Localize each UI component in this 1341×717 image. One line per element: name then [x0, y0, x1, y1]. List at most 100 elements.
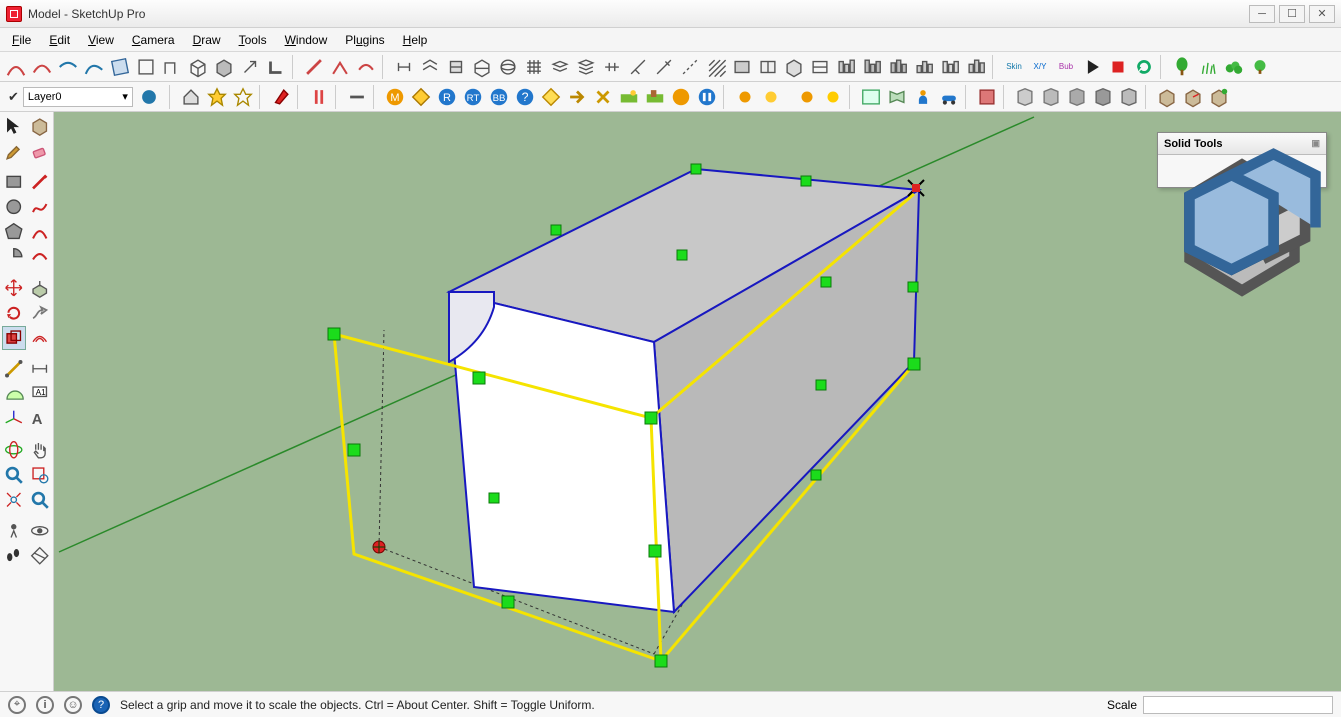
tool-face[interactable]	[108, 55, 132, 79]
tool-edge-3[interactable]	[354, 55, 378, 79]
rotate-tool[interactable]	[2, 301, 26, 325]
tool-wall-4[interactable]	[912, 55, 936, 79]
status-info-icon[interactable]: i	[36, 696, 54, 714]
ball-3[interactable]	[795, 85, 819, 109]
select-tool[interactable]	[2, 114, 26, 138]
tool-extrude-2[interactable]	[418, 55, 442, 79]
menu-file[interactable]: File	[4, 30, 39, 50]
arc2-tool[interactable]	[28, 245, 52, 269]
tool-skin-label[interactable]: Skin	[1002, 55, 1026, 79]
tool-arrow-1[interactable]	[238, 55, 262, 79]
tool-cube-2[interactable]	[212, 55, 236, 79]
zoom-tool[interactable]	[2, 463, 26, 487]
tool-paint[interactable]	[269, 85, 293, 109]
tool-align[interactable]	[345, 85, 369, 109]
tool-extrude-3[interactable]	[444, 55, 468, 79]
section-tool[interactable]	[28, 544, 52, 568]
tool-orient[interactable]	[307, 85, 331, 109]
tool-wall-2[interactable]	[860, 55, 884, 79]
rectangle-tool[interactable]	[2, 170, 26, 194]
cube-export-1[interactable]	[1155, 85, 1179, 109]
tool-layers-1[interactable]	[548, 55, 572, 79]
tape-tool[interactable]	[2, 357, 26, 381]
tool-box-1[interactable]	[134, 55, 158, 79]
nav-star[interactable]	[205, 85, 229, 109]
badge-diamond[interactable]	[409, 85, 433, 109]
book-d[interactable]	[1091, 85, 1115, 109]
tool-measure-1[interactable]	[678, 55, 702, 79]
cube-export-2[interactable]	[1181, 85, 1205, 109]
viewport[interactable]: Solid Tools ▣	[54, 112, 1341, 691]
position-camera-tool[interactable]	[2, 519, 26, 543]
tool-sphere[interactable]	[496, 55, 520, 79]
tool-hatch[interactable]	[704, 55, 728, 79]
circle-tool[interactable]	[2, 195, 26, 219]
text-tool[interactable]: A1	[28, 382, 52, 406]
3dtext-tool[interactable]: A	[28, 407, 52, 431]
freehand-tool[interactable]	[28, 195, 52, 219]
line-tool[interactable]	[28, 170, 52, 194]
arc-tool[interactable]	[28, 220, 52, 244]
close-button[interactable]: ✕	[1309, 5, 1335, 23]
pan-tool[interactable]	[28, 438, 52, 462]
look-around-tool[interactable]	[28, 519, 52, 543]
zoom-previous-tool[interactable]	[28, 488, 52, 512]
scale-tool[interactable]	[2, 326, 26, 350]
tool-xy-label[interactable]: X/Y	[1028, 55, 1052, 79]
minimize-button[interactable]: ─	[1249, 5, 1275, 23]
map-car[interactable]	[937, 85, 961, 109]
tool-arc-2[interactable]	[30, 55, 54, 79]
walk-tool[interactable]	[2, 544, 26, 568]
tool-wall-6[interactable]	[964, 55, 988, 79]
badge-r[interactable]: R	[435, 85, 459, 109]
tool-wall-1[interactable]	[834, 55, 858, 79]
tool-play[interactable]	[1080, 55, 1104, 79]
tool-edge-2[interactable]	[328, 55, 352, 79]
tool-refresh[interactable]	[1132, 55, 1156, 79]
map-person[interactable]	[911, 85, 935, 109]
tool-grass[interactable]	[1196, 55, 1220, 79]
book-e[interactable]	[1117, 85, 1141, 109]
orbit-tool[interactable]	[2, 438, 26, 462]
menu-window[interactable]: Window	[277, 30, 336, 50]
tool-grid[interactable]	[522, 55, 546, 79]
badge-globe[interactable]	[669, 85, 693, 109]
status-person-icon[interactable]: ☺	[64, 696, 82, 714]
badge-diamond-2[interactable]	[539, 85, 563, 109]
zoom-window-tool[interactable]	[28, 463, 52, 487]
pushpull-tool[interactable]	[28, 276, 52, 300]
pie-tool[interactable]	[2, 245, 26, 269]
ball-2[interactable]	[759, 85, 783, 109]
component-tool[interactable]	[28, 114, 52, 138]
badge-rt[interactable]: RT	[461, 85, 485, 109]
status-geo-icon[interactable]: ⌖	[8, 696, 26, 714]
tool-divide-1[interactable]	[600, 55, 624, 79]
menu-edit[interactable]: Edit	[41, 30, 78, 50]
badge-scene-2[interactable]	[643, 85, 667, 109]
tool-wall-3[interactable]	[886, 55, 910, 79]
tool-extrude-5[interactable]	[808, 55, 832, 79]
solid-tools-panel[interactable]: Solid Tools ▣	[1157, 132, 1327, 188]
menu-camera[interactable]: Camera	[124, 30, 183, 50]
nav-star-2[interactable]	[231, 85, 255, 109]
tool-cube-1[interactable]	[186, 55, 210, 79]
tool-edge-1[interactable]	[302, 55, 326, 79]
tool-divide-3[interactable]	[652, 55, 676, 79]
protractor-tool[interactable]	[2, 382, 26, 406]
book-a[interactable]	[1013, 85, 1037, 109]
menu-plugins[interactable]: Plugins	[337, 30, 392, 50]
measurement-input[interactable]	[1143, 696, 1333, 714]
tool-wall-5[interactable]	[938, 55, 962, 79]
menu-help[interactable]: Help	[395, 30, 436, 50]
zoom-extents-tool[interactable]	[2, 488, 26, 512]
badge-m[interactable]: M	[383, 85, 407, 109]
tool-divide-2[interactable]	[626, 55, 650, 79]
badge-arrow[interactable]	[565, 85, 589, 109]
tool-stop[interactable]	[1106, 55, 1130, 79]
ball-4[interactable]	[821, 85, 845, 109]
badge-scene-1[interactable]	[617, 85, 641, 109]
menu-tools[interactable]: Tools	[231, 30, 275, 50]
offset-tool[interactable]	[28, 326, 52, 350]
tool-section-view[interactable]	[782, 55, 806, 79]
followme-tool[interactable]	[28, 301, 52, 325]
